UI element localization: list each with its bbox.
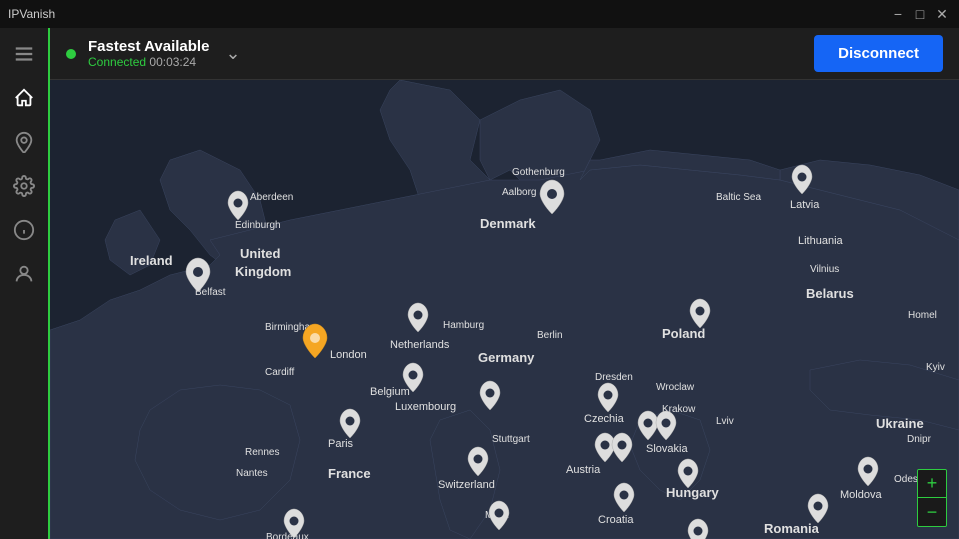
sidebar-item-info[interactable]: [6, 212, 42, 248]
sidebar-item-location[interactable]: [6, 124, 42, 160]
window-controls: − □ ✕: [889, 5, 951, 23]
map-zoom-controls: + −: [917, 469, 947, 527]
zoom-in-button[interactable]: +: [918, 470, 946, 498]
maximize-button[interactable]: □: [911, 5, 929, 23]
sidebar-item-home[interactable]: [6, 80, 42, 116]
sidebar-item-settings[interactable]: [6, 168, 42, 204]
connection-timer: 00:03:24: [149, 55, 196, 69]
app-layout: Fastest Available Connected 00:03:24 ⌄ D…: [0, 28, 959, 539]
sidebar: [0, 28, 50, 539]
sidebar-item-menu[interactable]: [6, 36, 42, 72]
chevron-down-icon[interactable]: ⌄: [225, 43, 240, 64]
status-text: Connected: [88, 55, 146, 69]
connection-status: Connected 00:03:24: [88, 55, 209, 69]
sidebar-item-account[interactable]: [6, 256, 42, 292]
connection-name: Fastest Available: [88, 38, 209, 55]
app-title: IPVanish: [8, 7, 55, 21]
title-bar: IPVanish − □ ✕: [0, 0, 959, 28]
map-container: Ireland United Kingdom Denmark Latvia Li…: [50, 80, 959, 539]
zoom-out-button[interactable]: −: [918, 498, 946, 526]
close-button[interactable]: ✕: [933, 5, 951, 23]
header-bar: Fastest Available Connected 00:03:24 ⌄ D…: [50, 28, 959, 80]
status-dot: [66, 49, 76, 59]
connection-info: Fastest Available Connected 00:03:24: [88, 38, 209, 69]
disconnect-button[interactable]: Disconnect: [814, 35, 943, 72]
app-title-text: IPVanish: [8, 7, 55, 21]
map-svg: Ireland United Kingdom Denmark Latvia Li…: [50, 80, 959, 539]
minimize-button[interactable]: −: [889, 5, 907, 23]
